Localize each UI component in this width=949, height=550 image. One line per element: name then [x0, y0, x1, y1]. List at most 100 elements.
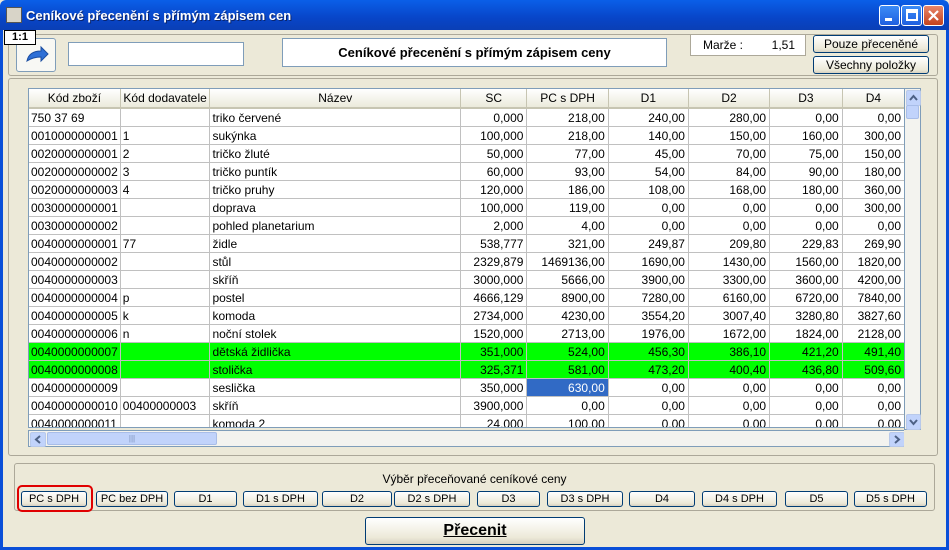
cell-dod[interactable]	[120, 198, 211, 217]
cell-d4[interactable]: 3827,60	[842, 306, 905, 325]
cell-sc[interactable]: 1520,000	[460, 324, 528, 343]
cell-d4[interactable]: 1820,00	[842, 252, 905, 271]
cell-kod[interactable]: 0040000000010	[29, 396, 121, 415]
cell-d3[interactable]: 0,00	[769, 108, 843, 127]
cell-kod[interactable]: 0020000000002	[29, 162, 121, 181]
cell-d3[interactable]: 1560,00	[769, 252, 843, 271]
cell-kod[interactable]: 750 37 69	[29, 108, 121, 127]
cell-nazev[interactable]: tričko pruhy	[209, 180, 462, 199]
cell-sc[interactable]: 100,000	[460, 198, 528, 217]
cell-sc[interactable]: 100,000	[460, 126, 528, 145]
table-row[interactable]: 0040000000003 skříň 3000,000 5666,00 3900,00…	[29, 270, 905, 289]
cell-sc[interactable]: 351,000	[460, 342, 528, 361]
cell-sc[interactable]: 2329,879	[460, 252, 528, 271]
table-row[interactable]: 0020000000003 4 tričko pruhy 120,000 186,00 1…	[29, 180, 905, 199]
cell-d2[interactable]: 0,00	[688, 216, 771, 235]
cell-d3[interactable]: 436,80	[769, 360, 843, 379]
cell-pc[interactable]: 4230,00	[526, 306, 609, 325]
cell-nazev[interactable]: seslička	[209, 378, 462, 397]
scroll-left-icon[interactable]	[30, 432, 46, 447]
cell-pc[interactable]: 1469136,00	[526, 252, 609, 271]
cell-d3[interactable]: 3280,80	[769, 306, 843, 325]
cell-nazev[interactable]: stůl	[209, 252, 462, 271]
cell-d2[interactable]: 6160,00	[688, 288, 771, 307]
cell-d2[interactable]: 0,00	[688, 396, 771, 415]
cell-nazev[interactable]: tričko puntík	[209, 162, 462, 181]
cell-sc[interactable]: 120,000	[460, 180, 528, 199]
cell-dod[interactable]: k	[120, 306, 211, 325]
cell-d4[interactable]: 269,90	[842, 234, 905, 253]
table-row[interactable]: 0040000000001 77 židle 538,777 321,00 249,87 2…	[29, 234, 905, 253]
cell-d2[interactable]: 3300,00	[688, 270, 771, 289]
table-row[interactable]: 0040000000002 stůl 2329,879 1469136,00 1690,…	[29, 252, 905, 271]
cell-d2[interactable]: 400,40	[688, 360, 771, 379]
cell-d2[interactable]: 84,00	[688, 162, 771, 181]
table-row[interactable]: 0040000000004 p postel 4666,129 8900,00 7280,…	[29, 288, 905, 307]
cell-sc[interactable]: 0,000	[460, 108, 528, 127]
cell-dod[interactable]: n	[120, 324, 211, 343]
cell-pc[interactable]: 581,00	[526, 360, 609, 379]
cell-pc[interactable]: 8900,00	[526, 288, 609, 307]
cell-d4[interactable]: 0,00	[842, 216, 905, 235]
cell-d1[interactable]: 0,00	[608, 396, 689, 415]
table-row[interactable]: 0040000000008 stolička 325,371 581,00 473,20…	[29, 360, 905, 379]
cell-d2[interactable]: 70,00	[688, 144, 771, 163]
cell-d1[interactable]: 0,00	[608, 414, 689, 427]
price-option-pc-bez-dph[interactable]: PC bez DPH	[96, 491, 168, 507]
cell-dod[interactable]: 2	[120, 144, 211, 163]
cell-pc[interactable]: 4,00	[526, 216, 609, 235]
col-header-sc[interactable]: SC	[460, 89, 528, 109]
cell-d4[interactable]: 0,00	[842, 378, 905, 397]
cell-dod[interactable]: 77	[120, 234, 211, 253]
cell-kod[interactable]: 0030000000002	[29, 216, 121, 235]
cell-kod[interactable]: 0040000000007	[29, 342, 121, 361]
cell-sc[interactable]: 24,000	[460, 414, 528, 427]
col-header-d4[interactable]: D4	[842, 89, 905, 109]
cell-d1[interactable]: 0,00	[608, 198, 689, 217]
cell-d1[interactable]: 0,00	[608, 378, 689, 397]
cell-d1[interactable]: 3900,00	[608, 270, 689, 289]
cell-nazev[interactable]: komoda	[209, 306, 462, 325]
cell-d3[interactable]: 0,00	[769, 198, 843, 217]
cell-sc[interactable]: 3900,000	[460, 396, 528, 415]
cell-sc[interactable]: 60,000	[460, 162, 528, 181]
cell-dod[interactable]	[120, 342, 211, 361]
cell-sc[interactable]: 3000,000	[460, 270, 528, 289]
cell-sc[interactable]: 2734,000	[460, 306, 528, 325]
price-option-d5-s-dph[interactable]: D5 s DPH	[854, 491, 927, 507]
close-button[interactable]	[923, 5, 944, 26]
price-option-d4[interactable]: D4	[629, 491, 695, 507]
cell-kod[interactable]: 0040000000003	[29, 270, 121, 289]
price-option-d1[interactable]: D1	[174, 491, 237, 507]
cell-nazev[interactable]: postel	[209, 288, 462, 307]
cell-kod[interactable]: 0040000000005	[29, 306, 121, 325]
price-option-d5[interactable]: D5	[785, 491, 848, 507]
maximize-button[interactable]	[901, 5, 922, 26]
cell-nazev[interactable]: komoda 2	[209, 414, 462, 427]
cell-d4[interactable]: 0,00	[842, 396, 905, 415]
table-row[interactable]: 0040000000007 dětská židlička 351,000 524,0…	[29, 342, 905, 361]
cell-d3[interactable]: 180,00	[769, 180, 843, 199]
search-input[interactable]	[68, 42, 244, 66]
col-header-d1[interactable]: D1	[608, 89, 689, 109]
cell-nazev[interactable]: pohled planetarium	[209, 216, 462, 235]
col-header-kod-zbozi[interactable]: Kód zboží	[29, 89, 121, 109]
cell-d2[interactable]: 1672,00	[688, 324, 771, 343]
cell-pc[interactable]: 0,00	[526, 396, 609, 415]
cell-d1[interactable]: 3554,20	[608, 306, 689, 325]
cell-dod[interactable]	[120, 270, 211, 289]
cell-kod[interactable]: 0040000000001	[29, 234, 121, 253]
horizontal-scroll-thumb[interactable]: |||	[47, 432, 217, 445]
cell-kod[interactable]: 0040000000006	[29, 324, 121, 343]
cell-d2[interactable]: 150,00	[688, 126, 771, 145]
table-row[interactable]: 0020000000001 2 tričko žluté 50,000 77,00 45,…	[29, 144, 905, 163]
cell-dod[interactable]: 00400000003	[120, 396, 211, 415]
cell-d1[interactable]: 54,00	[608, 162, 689, 181]
vertical-scroll-thumb[interactable]	[906, 105, 919, 119]
cell-pc[interactable]: 218,00	[526, 108, 609, 127]
price-option-d4-s-dph[interactable]: D4 s DPH	[702, 491, 777, 507]
col-header-d2[interactable]: D2	[688, 89, 771, 109]
cell-d3[interactable]: 0,00	[769, 216, 843, 235]
col-header-d3[interactable]: D3	[769, 89, 843, 109]
cell-d4[interactable]: 2128,00	[842, 324, 905, 343]
